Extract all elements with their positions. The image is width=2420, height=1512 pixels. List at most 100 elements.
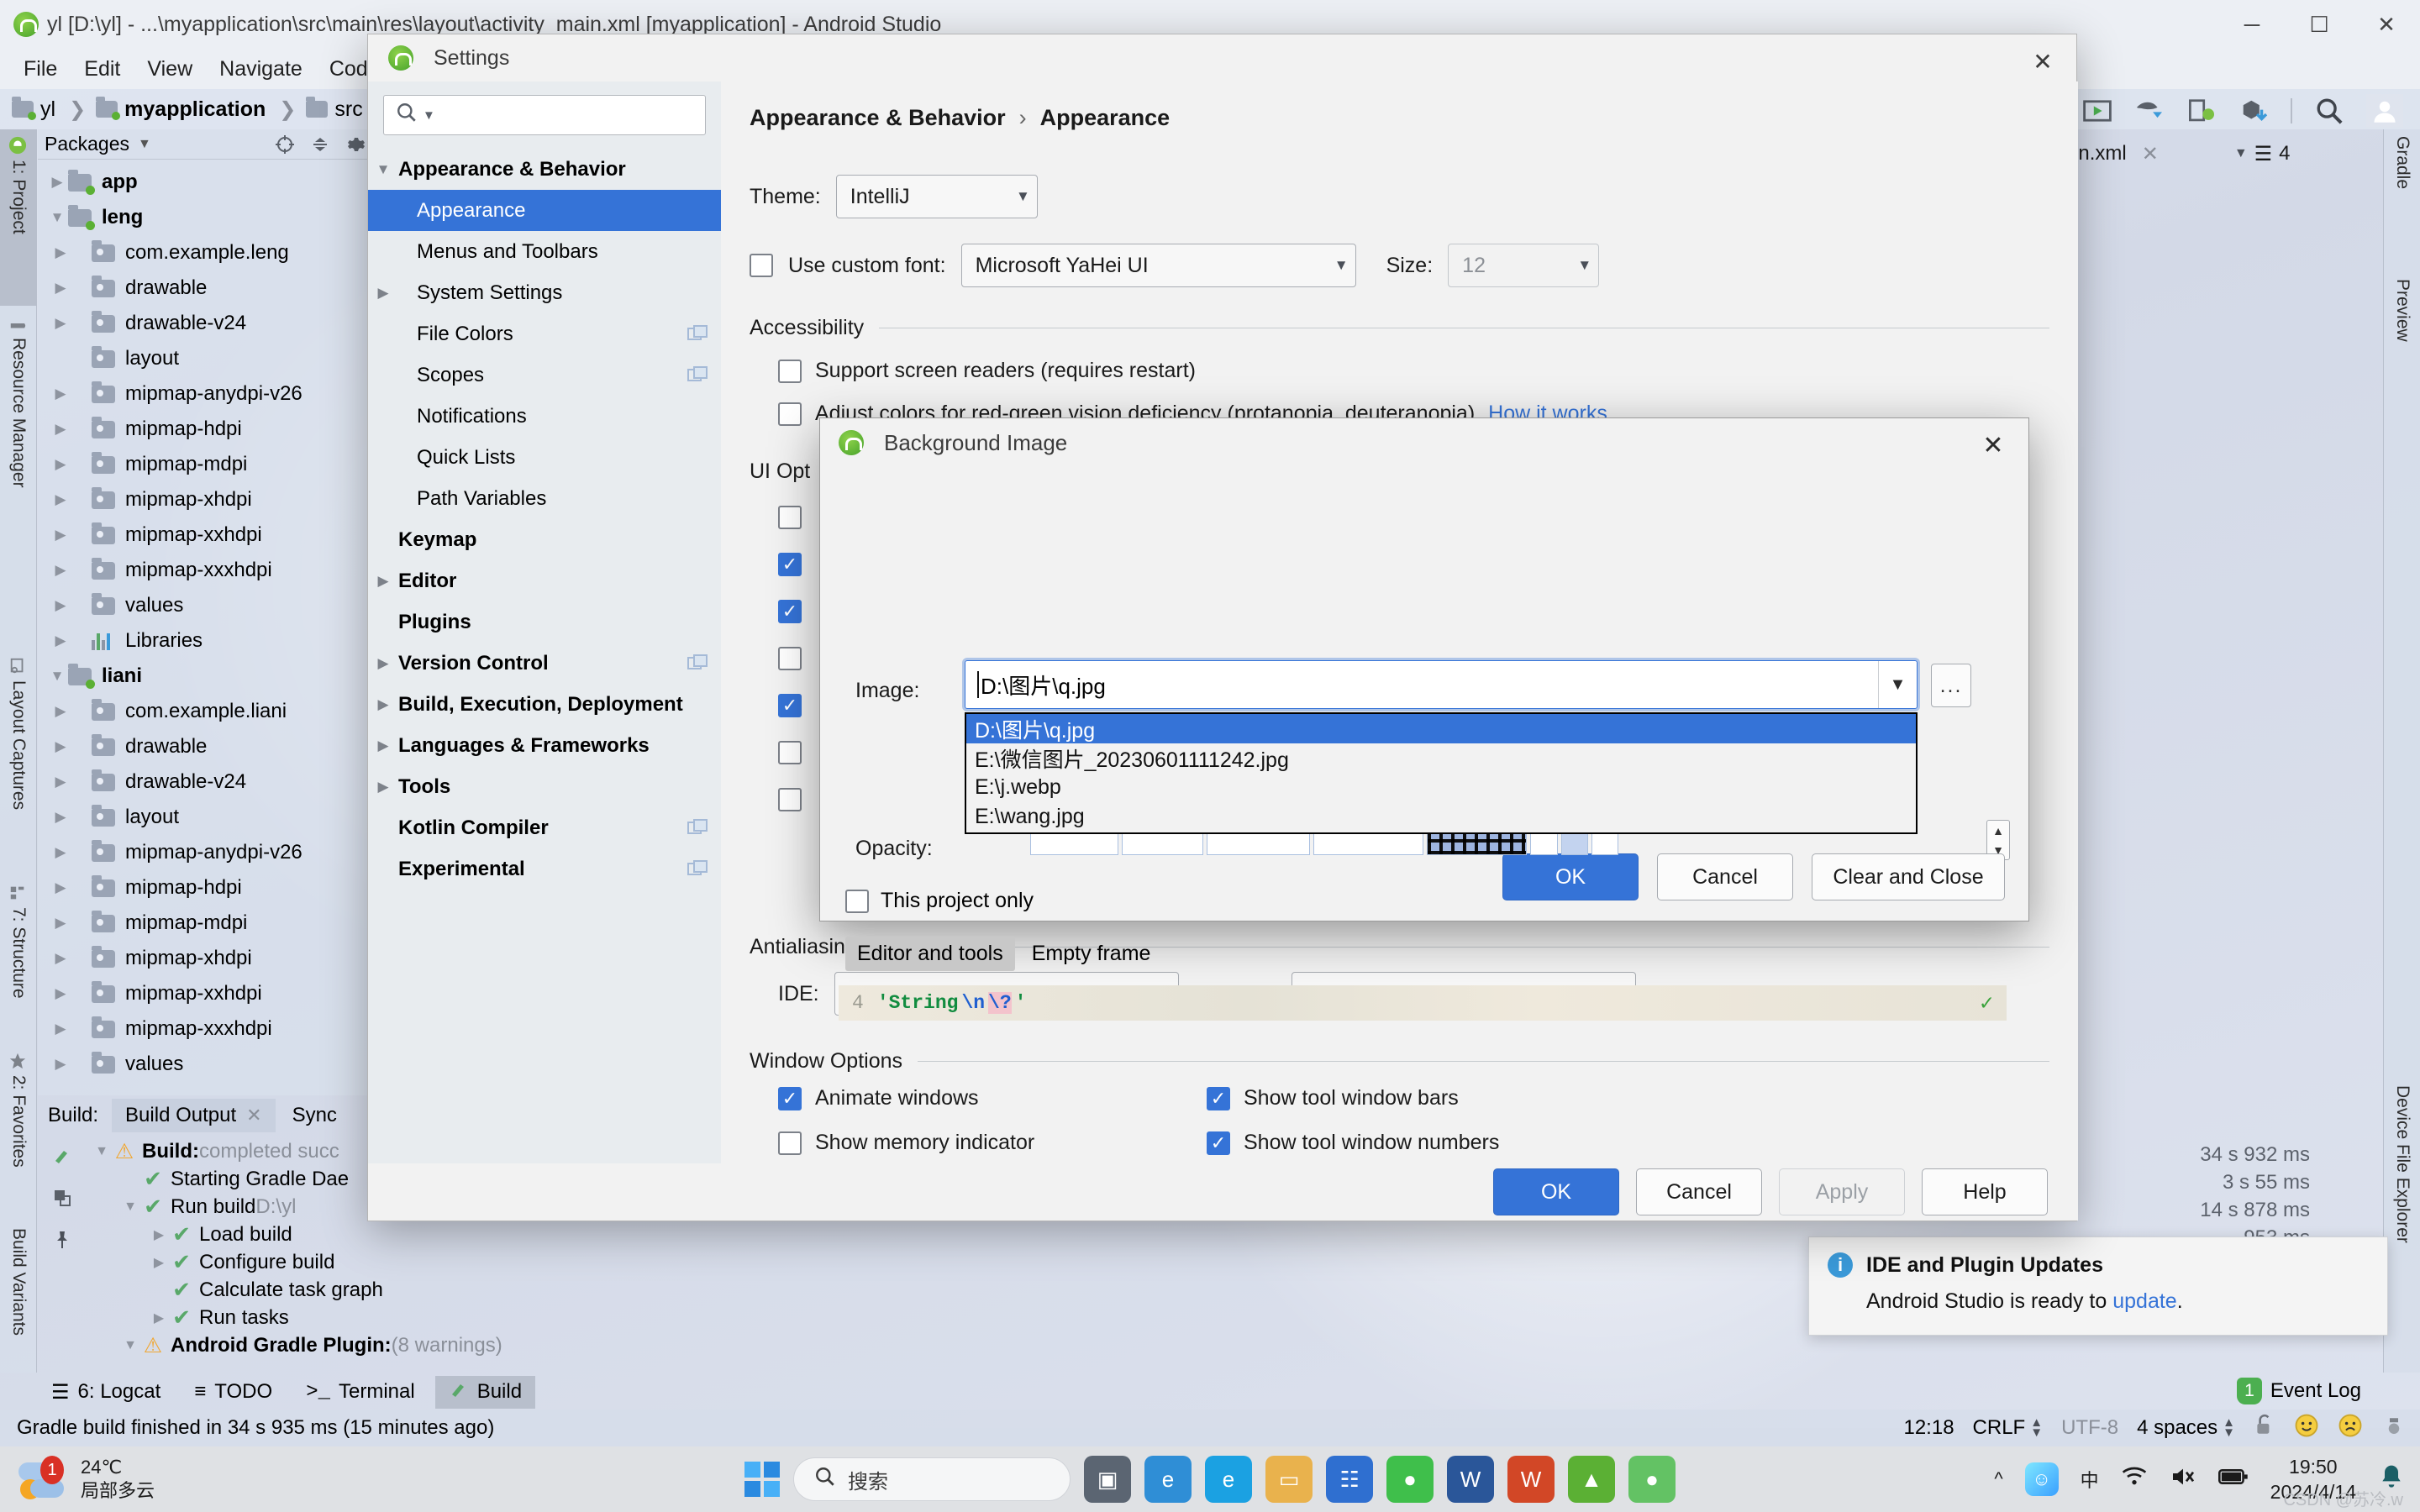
gradle-sync-icon[interactable] (2134, 96, 2165, 126)
show-tool-window-bars-checkbox[interactable] (1207, 1086, 1230, 1110)
this-project-only-checkbox[interactable] (845, 889, 869, 913)
pin-icon[interactable] (52, 1230, 72, 1250)
settings-help-button[interactable]: Help (1922, 1168, 2048, 1215)
background-image-close-button[interactable]: ✕ (1971, 427, 2015, 464)
chevron-right-icon[interactable] (50, 421, 71, 438)
project-tree-node[interactable]: values (38, 588, 372, 623)
chevron-right-icon[interactable]: ▶ (368, 655, 398, 672)
taskbar-app-file-explorer[interactable]: ▭ (1265, 1456, 1313, 1503)
project-tree-node[interactable]: mipmap-xxhdpi (38, 976, 372, 1011)
project-tree-node[interactable]: drawable-v24 (38, 764, 372, 800)
menu-view[interactable]: View (134, 57, 206, 81)
show-tool-window-numbers-row[interactable]: Show tool window numbers (1207, 1131, 1499, 1155)
clear-and-close-button[interactable]: Clear and Close (1812, 853, 2005, 900)
update-link[interactable]: update (2112, 1289, 2176, 1313)
settings-cancel-button[interactable]: Cancel (1636, 1168, 1762, 1215)
chevron-right-icon[interactable] (50, 527, 71, 543)
project-tree-node[interactable]: layout (38, 341, 372, 376)
support-screen-readers-checkbox[interactable] (778, 359, 802, 383)
chevron-right-icon[interactable] (50, 950, 71, 967)
settings-category-tree[interactable]: ▼ Appearance & Behavior Appearance Menus an… (368, 142, 721, 1165)
animate-windows-row[interactable]: Animate windows (778, 1086, 1207, 1110)
chevron-right-icon[interactable]: ▶ (147, 1226, 171, 1243)
settings-search-input[interactable]: ▼ (383, 95, 706, 135)
chevron-right-icon[interactable]: ▶ (147, 1254, 171, 1271)
run-icon[interactable] (2082, 96, 2112, 126)
close-icon[interactable]: ✕ (2127, 142, 2159, 166)
expand-icon[interactable] (52, 1188, 72, 1208)
project-tree-node[interactable]: mipmap-mdpi (38, 447, 372, 482)
settings-tree-item-menus-and-toolbars[interactable]: Menus and Toolbars (368, 231, 721, 272)
ui-option-checkbox-6[interactable] (778, 741, 802, 764)
taskbar-app-ie[interactable]: e (1205, 1456, 1252, 1503)
project-tree-node[interactable]: Libraries (38, 623, 372, 659)
sidebar-item-resource-manager[interactable]: Resource Manager (0, 307, 37, 543)
chevron-right-icon[interactable] (50, 738, 71, 755)
show-tool-window-bars-row[interactable]: Show tool window bars (1207, 1086, 1499, 1110)
tray-app-icon[interactable]: ☺ (2024, 1462, 2059, 1496)
copy-settings-icon[interactable] (687, 365, 709, 385)
chevron-right-icon[interactable] (50, 491, 71, 508)
chevron-right-icon[interactable] (46, 174, 68, 191)
build-output-row[interactable]: ▶ ✔ Run tasks (90, 1304, 502, 1331)
caret-position[interactable]: 12:18 (1903, 1416, 1954, 1440)
settings-tree-item-keymap[interactable]: Keymap (368, 519, 721, 560)
taskbar-weather-widget[interactable]: 1 24℃ 局部多云 (0, 1456, 155, 1503)
project-tree-node[interactable]: mipmap-anydpi-v26 (38, 376, 372, 412)
breadcrumb-item-myapplication[interactable]: myapplication ❯ (96, 97, 306, 122)
bottom-tab-terminal[interactable]: >_ Terminal (292, 1377, 429, 1407)
hammer-icon[interactable] (52, 1146, 72, 1166)
settings-tree-item-appearance-behavior[interactable]: ▼ Appearance & Behavior (368, 149, 721, 190)
wifi-icon[interactable] (2121, 1465, 2148, 1494)
background-cancel-button[interactable]: Cancel (1657, 853, 1793, 900)
smiley-sad-icon[interactable] (2338, 1413, 2363, 1444)
custom-font-select[interactable]: Microsoft YaHei UI ▼ (960, 244, 1356, 287)
chevron-right-icon[interactable] (50, 985, 71, 1002)
chevron-right-icon[interactable] (50, 809, 71, 826)
avatar[interactable] (2366, 94, 2403, 128)
ui-option-checkbox-3[interactable] (778, 600, 802, 623)
chevron-down-icon[interactable]: ▼ (138, 137, 151, 152)
event-log-button[interactable]: 1 Event Log (2236, 1378, 2361, 1404)
browse-button[interactable]: ... (1931, 664, 1971, 707)
show-memory-indicator-checkbox[interactable] (778, 1131, 802, 1155)
chevron-right-icon[interactable] (50, 562, 71, 579)
maximize-button[interactable]: ☐ (2286, 0, 2353, 49)
ui-option-checkbox-2[interactable] (778, 553, 802, 576)
chevron-down-icon[interactable] (46, 668, 68, 685)
settings-close-button[interactable]: ✕ (2021, 43, 2065, 80)
chevron-right-icon[interactable] (50, 844, 71, 861)
bottom-tab-todo[interactable]: ≡ TODO (181, 1377, 286, 1407)
chevron-down-icon[interactable]: ▼ (118, 1338, 142, 1353)
chevron-right-icon[interactable]: ▶ (368, 779, 398, 795)
taskbar-app-store[interactable]: ☷ (1326, 1456, 1373, 1503)
project-tree-node[interactable]: drawable (38, 270, 372, 306)
chevron-down-icon[interactable]: ▼ (90, 1144, 113, 1159)
ime-indicator[interactable]: 中 (2081, 1466, 2099, 1493)
chevron-down-icon[interactable]: ▼ (368, 161, 398, 178)
project-tree-node[interactable]: liani (38, 659, 372, 694)
sidebar-item-preview[interactable]: Preview (2384, 272, 2420, 407)
sidebar-item-device-file-explorer[interactable]: Device File Explorer (2384, 1079, 2420, 1331)
project-tree-node[interactable]: mipmap-xhdpi (38, 482, 372, 517)
settings-tree-item-appearance[interactable]: Appearance (368, 190, 721, 231)
settings-tree-item-version-control[interactable]: ▶ Version Control (368, 643, 721, 684)
settings-apply-button[interactable]: Apply (1779, 1168, 1905, 1215)
bottom-tab-build[interactable]: Build (434, 1375, 536, 1409)
ui-option-checkbox-4[interactable] (778, 647, 802, 670)
show-tool-window-numbers-checkbox[interactable] (1207, 1131, 1230, 1155)
taskbar-app-task-view[interactable]: ▣ (1084, 1456, 1131, 1503)
adjust-colors-checkbox[interactable] (778, 402, 802, 426)
settings-tree-item-experimental[interactable]: Experimental (368, 848, 721, 890)
minimize-button[interactable]: ─ (2218, 0, 2286, 49)
project-tree-node[interactable]: values (38, 1047, 372, 1082)
chevron-right-icon[interactable] (50, 1021, 71, 1037)
project-tree-node[interactable]: layout (38, 800, 372, 835)
chevron-right-icon[interactable]: ▶ (368, 285, 398, 302)
ui-option-checkbox-1[interactable] (778, 506, 802, 529)
bottom-tab-logcat[interactable]: ☰ 6: Logcat (38, 1377, 174, 1408)
taskbar-search-input[interactable]: 搜索 (793, 1457, 1071, 1501)
indent-setting[interactable]: 4 spaces ▲ ▼ (2137, 1416, 2235, 1440)
sdk-manager-icon[interactable] (2238, 96, 2269, 126)
line-separator[interactable]: CRLF ▲ ▼ (1973, 1416, 2044, 1440)
